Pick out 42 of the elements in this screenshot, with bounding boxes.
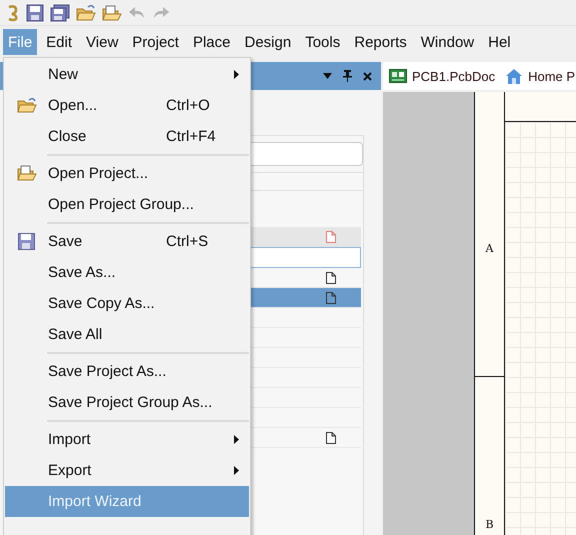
menu-bar-item[interactable]: View	[81, 28, 124, 54]
close-icon[interactable]	[363, 72, 372, 80]
circuit-board-icon	[389, 69, 407, 83]
menu-bar-item[interactable]: Place	[188, 28, 236, 54]
menu-bar-item[interactable]: Project	[127, 28, 184, 54]
menu-item[interactable]: Open Project Group...	[5, 189, 249, 220]
save-all-icon[interactable]	[50, 4, 70, 22]
menu-item[interactable]: Export	[5, 455, 249, 486]
pin-icon[interactable]	[343, 70, 352, 82]
menu-item[interactable]: Open Project...	[5, 158, 249, 189]
menu-bar-item[interactable]: Tools	[300, 28, 346, 54]
menu-item[interactable]: Save As...	[5, 257, 249, 288]
document-tab[interactable]: PCB1.PcbDoc	[389, 68, 496, 84]
menu-item[interactable]: Open... Ctrl+O	[5, 90, 249, 121]
open-folder-icon[interactable]	[76, 4, 96, 22]
open-project-icon[interactable]	[102, 4, 122, 22]
zone-label: A	[486, 242, 494, 255]
menu-item[interactable]: Close Ctrl+F4	[5, 121, 249, 152]
menu-item[interactable]: Save Copy As...	[5, 288, 249, 319]
menu-item[interactable]: Import	[5, 424, 249, 455]
menu-bar-item[interactable]: Window	[416, 28, 480, 54]
menu-item[interactable]: Save Ctrl+S	[5, 226, 249, 257]
menu-bar-item[interactable]: Edit	[41, 28, 78, 54]
menu-item[interactable]: New	[5, 59, 249, 90]
app-logo-icon	[6, 4, 20, 22]
menu-item[interactable]: Save Project As...	[5, 356, 249, 387]
menu-item[interactable]: Save All	[5, 319, 249, 350]
zone-label: B	[485, 518, 494, 531]
document-tab[interactable]: Home P	[505, 68, 576, 84]
submenu-arrow-icon	[234, 466, 239, 475]
open-folder-icon	[16, 97, 36, 114]
menu-item[interactable]: Save Project Group As...	[5, 387, 249, 418]
open-project-icon	[16, 165, 36, 182]
home-icon	[505, 68, 524, 84]
menu-bar-item[interactable]: Reports	[349, 28, 412, 54]
submenu-arrow-icon	[234, 435, 239, 444]
menu-bar-item[interactable]: Hel	[483, 28, 516, 54]
submenu-arrow-icon	[234, 70, 239, 79]
menu-bar-item[interactable]: Design	[240, 28, 296, 54]
save-icon[interactable]	[26, 4, 44, 22]
dropdown-icon[interactable]	[323, 73, 332, 79]
save-icon	[18, 233, 35, 250]
